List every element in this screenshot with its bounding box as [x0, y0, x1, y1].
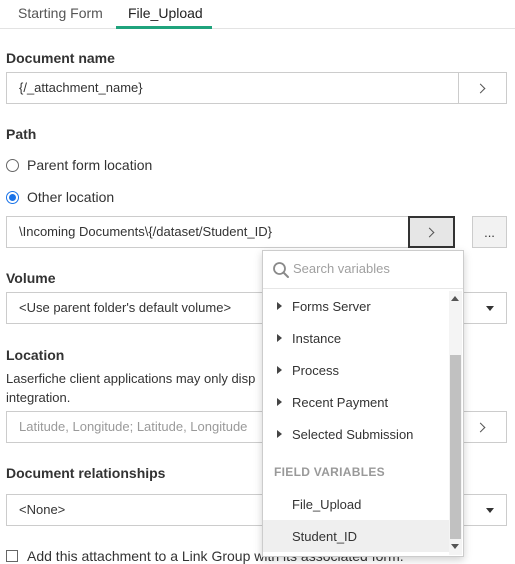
radio-other-location[interactable]: Other location — [6, 189, 114, 205]
document-name-input[interactable]: {/_attachment_name} — [6, 72, 459, 104]
chevron-down-icon — [486, 508, 494, 513]
field-variable-student-id[interactable]: Student_ID — [263, 520, 449, 552]
variable-picker-dropdown: Search variables Forms Server Instance P… — [262, 250, 464, 557]
variable-search-row: Search variables — [263, 251, 463, 289]
chevron-right-icon — [475, 83, 486, 93]
tab-bar: Starting Form File_Upload — [0, 0, 515, 29]
caret-right-icon — [277, 302, 282, 310]
dropdown-scrollbar-thumb[interactable] — [450, 355, 461, 539]
caret-right-icon — [277, 334, 282, 342]
caret-right-icon — [277, 430, 282, 438]
tab-starting-form[interactable]: Starting Form — [18, 5, 103, 21]
tab-file-upload[interactable]: File_Upload — [128, 5, 203, 21]
scroll-down-icon[interactable] — [451, 544, 459, 549]
path-variable-button[interactable] — [408, 216, 455, 248]
document-relationships-label: Document relationships — [6, 465, 166, 481]
variable-group-recent-payment[interactable]: Recent Payment — [263, 386, 449, 418]
variable-group-instance[interactable]: Instance — [263, 322, 449, 354]
radio-button-checked[interactable] — [6, 190, 19, 204]
radio-label: Parent form location — [27, 157, 153, 173]
variable-search-input[interactable]: Search variables — [293, 261, 390, 276]
path-label: Path — [6, 126, 37, 142]
variable-group-label: Instance — [292, 330, 342, 346]
radio-parent-form-location[interactable]: Parent form location — [6, 157, 152, 173]
field-variable-file-upload[interactable]: File_Upload — [263, 488, 449, 520]
radio-button[interactable] — [6, 158, 19, 172]
chevron-right-icon — [475, 422, 486, 432]
caret-right-icon — [277, 398, 282, 406]
variable-group-process[interactable]: Process — [263, 354, 449, 386]
variable-group-label: Forms Server — [292, 298, 371, 314]
variable-group-selected-submission[interactable]: Selected Submission — [263, 418, 449, 450]
link-group-checkbox[interactable] — [6, 550, 18, 562]
active-tab-indicator — [116, 26, 212, 29]
path-input[interactable]: \Incoming Documents\{/dataset/Student_ID… — [6, 216, 409, 248]
document-name-label: Document name — [6, 50, 115, 66]
chevron-right-icon — [424, 227, 435, 237]
caret-right-icon — [277, 366, 282, 374]
search-icon — [273, 262, 289, 278]
location-variable-button[interactable] — [458, 411, 507, 443]
variable-group-forms-server[interactable]: Forms Server — [263, 290, 449, 322]
radio-label: Other location — [27, 189, 115, 205]
chevron-down-icon — [486, 306, 494, 311]
variable-group-label: Recent Payment — [292, 394, 389, 410]
path-browse-button[interactable]: ... — [472, 216, 507, 248]
variable-group-label: Process — [292, 362, 339, 378]
scroll-up-icon[interactable] — [451, 296, 459, 301]
document-name-variable-button[interactable] — [458, 72, 507, 104]
location-description: Laserfiche client applications may only … — [6, 371, 256, 405]
field-variables-header: FIELD VARIABLES — [274, 465, 385, 479]
location-label: Location — [6, 347, 65, 363]
variable-group-label: Selected Submission — [292, 426, 414, 442]
volume-label: Volume — [6, 270, 56, 286]
